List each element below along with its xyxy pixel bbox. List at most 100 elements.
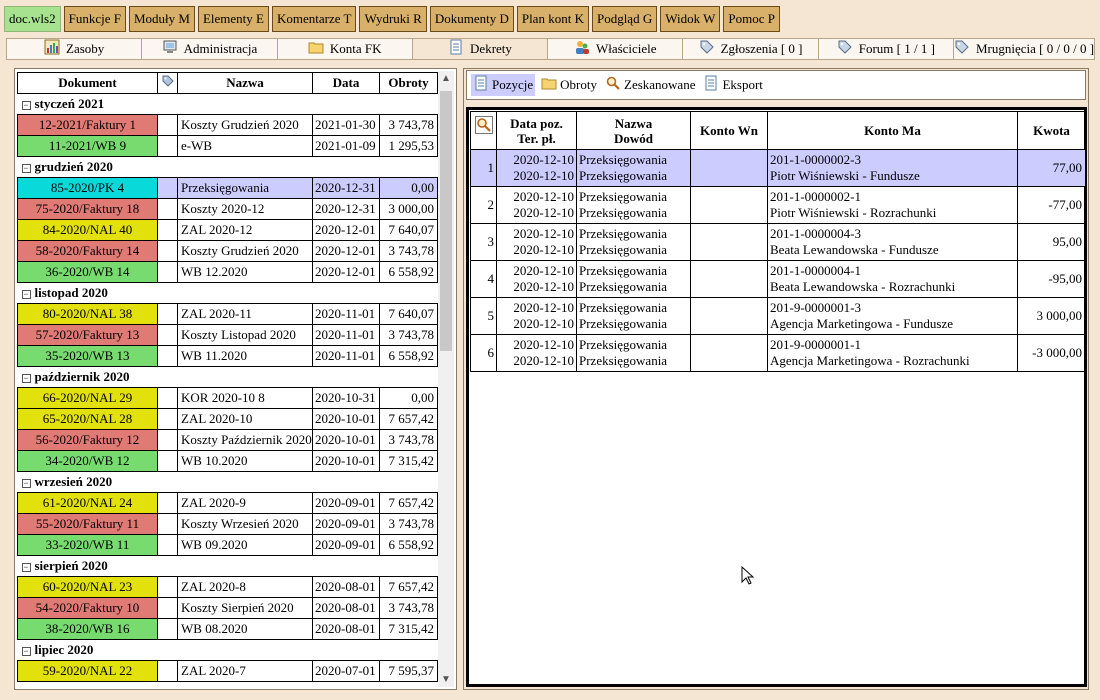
month-group-header[interactable]: − listopad 2020	[17, 282, 438, 304]
position-account-wn	[690, 186, 768, 224]
column-header-position-date[interactable]: Data poz. Ter. pł.	[496, 111, 577, 150]
tab-1[interactable]: Administracja	[142, 39, 278, 59]
toolbar-button-2[interactable]: Zeskanowane	[603, 74, 697, 96]
toolbar-button-1[interactable]: Obroty	[539, 74, 599, 96]
collapse-icon[interactable]: −	[21, 290, 31, 299]
menu-item-5[interactable]: Wydruki R	[359, 6, 427, 32]
document-row[interactable]: 85-2020/PK 4 Przeksięgowania 2020-12-31 0,0…	[17, 177, 438, 199]
menu-item-10[interactable]: Pomoc P	[723, 6, 780, 32]
document-row[interactable]: 60-2020/NAL 23 ZAL 2020-8 2020-08-01 7 657,…	[17, 576, 438, 598]
column-header-account-wn[interactable]: Konto Wn	[690, 111, 768, 150]
tab-3[interactable]: Dekrety	[412, 39, 549, 59]
column-header-document[interactable]: Dokument	[17, 72, 158, 94]
document-row[interactable]: 80-2020/NAL 38 ZAL 2020-11 2020-11-01 7 640…	[17, 303, 438, 325]
document-row[interactable]: 58-2020/Faktury 14 Koszty Grudzień 2020 20…	[17, 240, 438, 262]
position-amount: 3 000,00	[1017, 297, 1086, 335]
document-date: 2020-07-01	[312, 660, 380, 682]
toolbar-button-0[interactable]: Pozycje	[471, 74, 536, 96]
column-header-date[interactable]: Data	[312, 72, 380, 94]
collapse-icon[interactable]: −	[21, 164, 31, 173]
search-button[interactable]	[470, 111, 497, 150]
position-date-line: 2020-12-10	[513, 300, 574, 315]
month-group-header[interactable]: − grudzień 2020	[17, 156, 438, 178]
position-proof: Przeksięgowania Przeksięgowania	[576, 223, 691, 261]
document-row[interactable]: 59-2020/NAL 22 ZAL 2020-7 2020-07-01 7 595,…	[17, 660, 438, 682]
document-row[interactable]: 11-2021/WB 9 e-WB 2021-01-09 1 295,53	[17, 135, 438, 157]
document-row[interactable]: 75-2020/Faktury 18 Koszty 2020-12 2020-12-…	[17, 198, 438, 220]
tab-6[interactable]: Forum [ 1 / 1 ]	[819, 39, 954, 59]
scrollbar-thumb[interactable]	[440, 91, 452, 351]
month-group-header[interactable]: − październik 2020	[17, 366, 438, 388]
menu-item-2[interactable]: Moduły M	[128, 6, 195, 32]
collapse-icon[interactable]: −	[21, 101, 31, 110]
menu-item-8[interactable]: Podgląd G	[591, 6, 658, 32]
document-row[interactable]: 66-2020/NAL 29 KOR 2020-10 8 2020-10-31 0,0…	[17, 387, 438, 409]
document-row[interactable]: 57-2020/Faktury 13 Koszty Listopad 2020 20…	[17, 324, 438, 346]
column-header-amount[interactable]: Obroty	[379, 72, 438, 94]
menu-item-9[interactable]: Widok W	[660, 6, 721, 32]
menu-item-4[interactable]: Komentarze T	[271, 6, 357, 32]
tab-0[interactable]: Zasoby	[7, 39, 143, 59]
document-row[interactable]: 55-2020/Faktury 11 Koszty Wrzesień 2020 20…	[17, 513, 438, 535]
month-group-header[interactable]: − styczeń 2021	[17, 93, 438, 115]
document-date: 2020-12-31	[312, 177, 380, 199]
column-header-account-ma[interactable]: Konto Ma	[767, 111, 1018, 150]
document-row[interactable]: 54-2020/Faktury 10 Koszty Sierpień 2020 20…	[17, 597, 438, 619]
month-group-header[interactable]: − sierpień 2020	[17, 555, 438, 577]
document-row[interactable]: 12-2021/Faktury 1 Koszty Grudzień 2020 202…	[17, 114, 438, 136]
document-amount: 7 315,42	[379, 618, 438, 640]
tab-2[interactable]: Konta FK	[278, 39, 413, 59]
document-row[interactable]: 35-2020/WB 13 WB 11.2020 2020-11-01 6 558,9…	[17, 345, 438, 367]
toolbar-button-3[interactable]: Eksport	[701, 74, 764, 96]
scroll-up-icon[interactable]: ▲	[441, 73, 451, 84]
collapse-icon[interactable]: −	[21, 479, 31, 488]
menu-item-3[interactable]: Elementy E	[197, 6, 269, 32]
menu-item-7[interactable]: Plan kont K	[516, 6, 589, 32]
menu-item-0[interactable]: doc.wls2	[4, 6, 61, 32]
positions-area: Data poz. Ter. pł. Nazwa Dowód Konto Wn Ko…	[466, 107, 1087, 687]
column-header-proof[interactable]: Nazwa Dowód	[576, 111, 691, 150]
document-row[interactable]: 34-2020/WB 12 WB 10.2020 2020-10-01 7 315,4…	[17, 450, 438, 472]
tag-cell	[157, 450, 178, 472]
position-row[interactable]: 1 2020-12-10 2020-12-10 Przeksięgowania Prze…	[470, 149, 1086, 187]
document-row[interactable]: 84-2020/NAL 40 ZAL 2020-12 2020-12-01 7 640…	[17, 219, 438, 241]
position-number-line: 1	[487, 160, 495, 175]
scroll-down-icon[interactable]: ▼	[441, 674, 451, 685]
position-row[interactable]: 4 2020-12-10 2020-12-10 Przeksięgowania Prze…	[470, 260, 1086, 298]
tab-5[interactable]: Zgłoszenia [ 0 ]	[683, 39, 819, 59]
column-header-name[interactable]: Nazwa	[177, 72, 313, 94]
collapse-icon[interactable]: −	[21, 374, 31, 383]
tab-label: Administracja	[183, 41, 258, 56]
document-name: WB 08.2020	[177, 618, 313, 640]
position-account-ma: 201-1-0000002-1 Piotr Wiśniewski - Rozrac…	[767, 186, 1018, 224]
menu-item-1[interactable]: Funkcje F	[63, 6, 126, 32]
collapse-icon[interactable]: −	[21, 563, 31, 572]
position-account-ma-line: Piotr Wiśniewski - Rozrachunki	[770, 205, 937, 220]
position-account-wn	[690, 223, 768, 261]
menu-item-6[interactable]: Dokumenty D	[429, 6, 514, 32]
document-row[interactable]: 61-2020/NAL 24 ZAL 2020-9 2020-09-01 7 657,…	[17, 492, 438, 514]
position-date: 2020-12-10 2020-12-10	[496, 260, 577, 298]
position-row[interactable]: 5 2020-12-10 2020-12-10 Przeksięgowania Prze…	[470, 297, 1086, 335]
vertical-scrollbar[interactable]: ▲ ▼	[438, 71, 454, 687]
document-row[interactable]: 33-2020/WB 11 WB 09.2020 2020-09-01 6 558,9…	[17, 534, 438, 556]
position-row[interactable]: 3 2020-12-10 2020-12-10 Przeksięgowania Prze…	[470, 223, 1086, 261]
column-header-amount[interactable]: Kwota	[1017, 111, 1086, 150]
document-row[interactable]: 65-2020/NAL 28 ZAL 2020-10 2020-10-01 7 657…	[17, 408, 438, 430]
position-row[interactable]: 6 2020-12-10 2020-12-10 Przeksięgowania Prze…	[470, 334, 1086, 372]
document-row[interactable]: 36-2020/WB 14 WB 12.2020 2020-12-01 6 558,9…	[17, 261, 438, 283]
position-row[interactable]: 2 2020-12-10 2020-12-10 Przeksięgowania Prze…	[470, 186, 1086, 224]
position-amount: -3 000,00	[1017, 334, 1086, 372]
toolbar-button-label: Eksport	[722, 77, 763, 92]
tag-cell	[157, 219, 178, 241]
column-header-tag[interactable]	[157, 72, 178, 94]
month-group-label: styczeń 2021	[34, 96, 105, 111]
tab-4[interactable]: Właściciele	[548, 39, 684, 59]
month-group-header[interactable]: − lipiec 2020	[17, 639, 438, 661]
document-amount: 6 558,92	[379, 261, 438, 283]
month-group-header[interactable]: − wrzesień 2020	[17, 471, 438, 493]
document-row[interactable]: 56-2020/Faktury 12 Koszty Październik 202…	[17, 429, 438, 451]
collapse-icon[interactable]: −	[21, 647, 31, 656]
tab-7[interactable]: Mrugnięcia [ 0 / 0 / 0 ]	[954, 39, 1094, 59]
document-row[interactable]: 38-2020/WB 16 WB 08.2020 2020-08-01 7 315,4…	[17, 618, 438, 640]
